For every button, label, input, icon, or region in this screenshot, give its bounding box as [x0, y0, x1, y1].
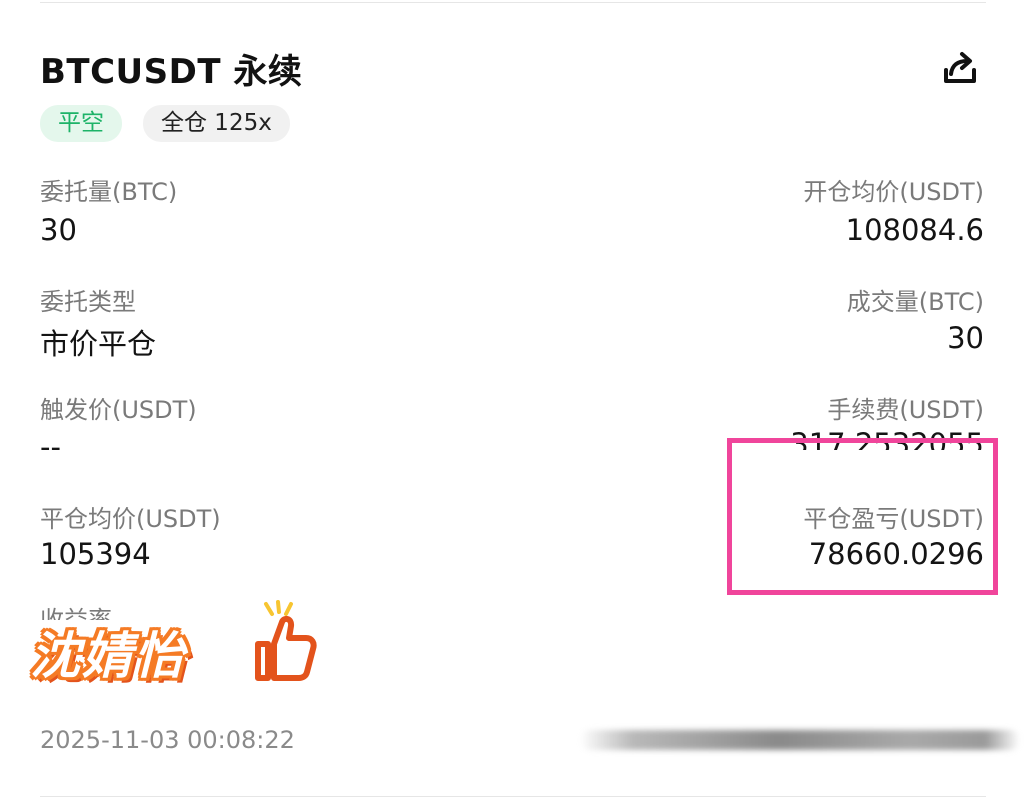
- top-divider: [40, 2, 986, 3]
- fee-label: 手续费(USDT): [827, 396, 984, 424]
- thumbs-up-icon: [255, 600, 317, 681]
- filled-qty-label: 成交量(BTC): [846, 288, 984, 316]
- margin-mode-badge: 全仓 125x: [143, 105, 290, 142]
- close-avg-price-value: 105394: [40, 537, 151, 571]
- filled-qty-value: 30: [947, 321, 984, 355]
- pnl-highlight-box: [727, 438, 998, 595]
- bottom-divider: [40, 796, 986, 797]
- position-side-badge: 平空: [40, 105, 122, 142]
- share-icon: [944, 52, 976, 83]
- order-detail-card: BTCUSDT 永续 平空 全仓 125x 委托量(BTC) 30 开仓均价(U…: [0, 0, 1024, 799]
- order-timestamp: 2025-11-03 00:08:22: [40, 726, 295, 754]
- order-type-value: 市价平仓: [40, 327, 157, 361]
- trigger-price-value: --: [40, 430, 61, 464]
- close-avg-price-label: 平仓均价(USDT): [40, 505, 221, 533]
- order-qty-value: 30: [40, 213, 77, 247]
- contract-title: BTCUSDT 永续: [40, 52, 303, 92]
- name-sticker: 沈婧怡: [26, 600, 317, 692]
- blurred-redaction: [580, 730, 1020, 750]
- order-qty-label: 委托量(BTC): [40, 178, 178, 206]
- open-avg-price-value: 108084.6: [845, 213, 984, 247]
- trigger-price-label: 触发价(USDT): [40, 396, 197, 424]
- share-button[interactable]: [940, 48, 980, 88]
- sticker-name-text: 沈婧怡: [30, 627, 186, 685]
- open-avg-price-label: 开仓均价(USDT): [803, 178, 984, 206]
- order-type-label: 委托类型: [40, 288, 136, 316]
